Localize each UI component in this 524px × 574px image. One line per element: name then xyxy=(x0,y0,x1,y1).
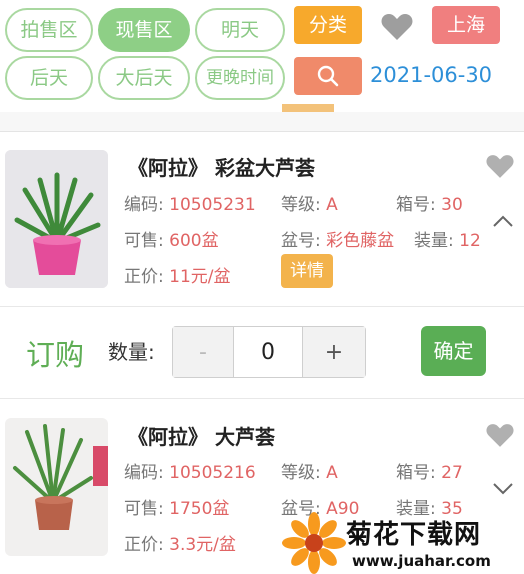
product-image[interactable] xyxy=(5,150,108,288)
price-field: 正价: 3.3元/盆 xyxy=(124,535,236,555)
flower-logo-icon xyxy=(282,512,346,574)
quantity-stepper[interactable]: - 0 + xyxy=(172,326,366,378)
category-button[interactable]: 分类 xyxy=(294,6,362,44)
grade-field: 等级: A xyxy=(281,463,338,483)
box-field: 箱号: 27 xyxy=(396,463,463,483)
favorite-heart-icon[interactable] xyxy=(486,153,514,179)
section-gap xyxy=(0,112,524,132)
filter-tomorrow[interactable]: 明天 xyxy=(195,8,285,52)
price-field: 正价: 11元/盆 xyxy=(124,267,231,287)
search-button[interactable] xyxy=(294,57,362,95)
chevron-up-icon[interactable] xyxy=(492,214,514,228)
quantity-label: 数量: xyxy=(108,340,155,364)
city-button[interactable]: 上海 xyxy=(432,6,500,44)
grade-field: 等级: A xyxy=(281,195,338,215)
divider xyxy=(0,398,524,399)
filter-auction[interactable]: 拍售区 xyxy=(5,8,93,52)
load-field: 装量: 12 xyxy=(414,231,481,251)
filter-day-after-after[interactable]: 大后天 xyxy=(98,56,190,100)
favorite-heart-icon[interactable] xyxy=(486,422,514,448)
product-image[interactable] xyxy=(5,418,108,556)
chevron-down-icon[interactable] xyxy=(492,482,514,496)
filter-day-after[interactable]: 后天 xyxy=(5,56,93,100)
available-field: 可售: 1750盆 xyxy=(124,499,230,519)
divider xyxy=(0,131,524,132)
divider xyxy=(0,306,524,307)
confirm-button[interactable]: 确定 xyxy=(421,326,486,376)
product-title[interactable]: 《阿拉》 大芦荟 xyxy=(128,421,275,450)
product-title[interactable]: 《阿拉》 彩盆大芦荟 xyxy=(128,152,315,181)
box-field: 箱号: 30 xyxy=(396,195,463,215)
filter-spot[interactable]: 现售区 xyxy=(98,8,190,52)
watermark-title: 菊花下载网 xyxy=(346,520,482,550)
increment-button[interactable]: + xyxy=(303,327,365,377)
quantity-value[interactable]: 0 xyxy=(233,327,303,377)
search-icon xyxy=(317,65,339,87)
code-field: 编码: 10505231 xyxy=(124,195,256,215)
watermark-url: www.juahar.com xyxy=(352,552,491,570)
selected-date[interactable]: 2021-06-30 xyxy=(370,63,492,87)
order-label: 订购 xyxy=(26,338,85,372)
available-field: 可售: 600盆 xyxy=(124,231,219,251)
decrement-button[interactable]: - xyxy=(173,327,233,377)
filter-later[interactable]: 更晚时间 xyxy=(195,56,285,100)
code-field: 编码: 10505216 xyxy=(124,463,256,483)
favorites-heart-icon[interactable] xyxy=(381,12,413,41)
detail-button[interactable]: 详情 xyxy=(281,254,333,288)
pot-field: 盆号: 彩色藤盆 xyxy=(281,231,395,251)
